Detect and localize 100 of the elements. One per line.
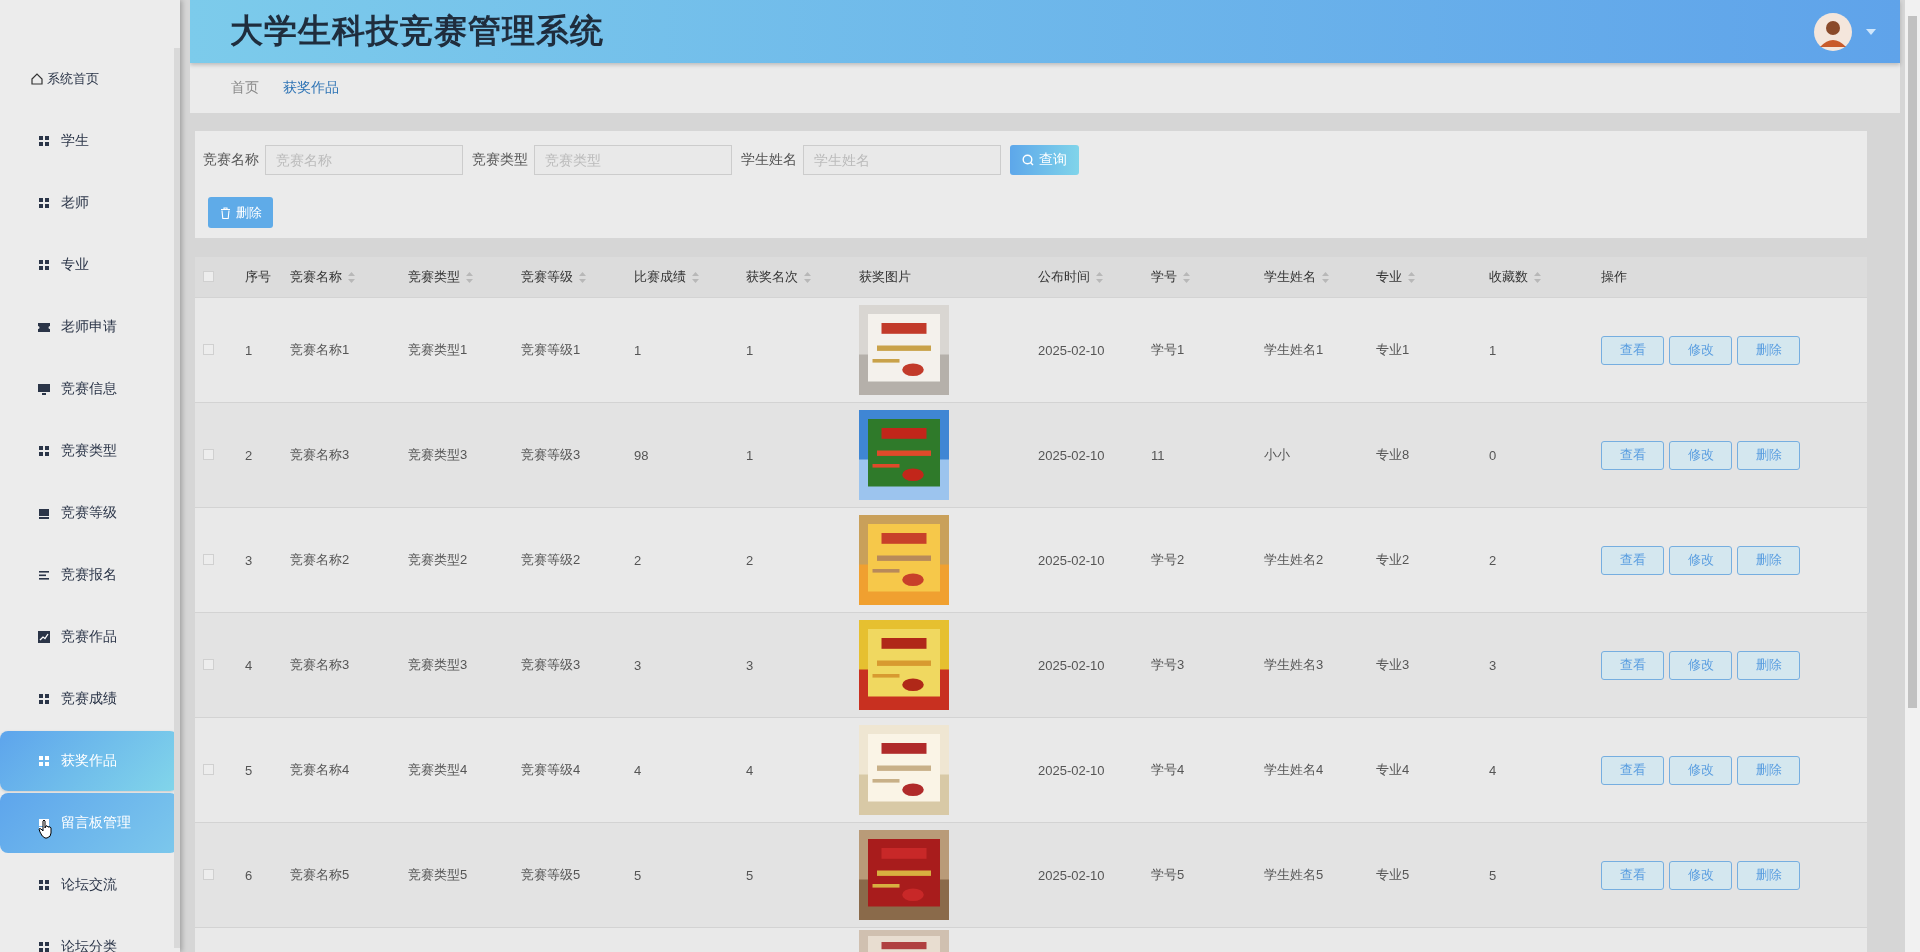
checkbox[interactable] [203, 658, 214, 670]
checkbox[interactable] [203, 868, 214, 880]
caret-icon [1866, 28, 1876, 35]
edit-button[interactable]: 修改 [1669, 545, 1732, 575]
table-cell: 学生姓名4 [1264, 762, 1324, 777]
view-button[interactable]: 查看 [1601, 860, 1664, 890]
table-cell: 专业8 [1376, 447, 1410, 462]
table-cell: 学生姓名5 [1264, 867, 1324, 882]
sort-icon [692, 271, 699, 283]
delete-button[interactable]: 删除 [208, 197, 273, 228]
search-icon [1022, 154, 1034, 166]
grid-icon [37, 754, 51, 768]
table-cell: 竞赛名称5 [290, 867, 350, 882]
table-cell: 竞赛名称1 [290, 342, 350, 357]
table-cell: 学生姓名2 [1264, 552, 1324, 567]
delete-button[interactable]: 删除 [1737, 860, 1800, 890]
table-cell: 2025-02-10 [1038, 342, 1105, 358]
sidebar-item[interactable]: 论坛交流 [0, 855, 178, 915]
table-cell: 4 [634, 762, 642, 778]
app-title: 大学生科技竞赛管理系统 [230, 11, 605, 51]
edit-button[interactable]: 修改 [1669, 650, 1732, 680]
breadcrumb-link[interactable]: 获奖作品 [283, 79, 339, 97]
home-icon [30, 72, 44, 86]
table-cell: 竞赛等级1 [521, 342, 581, 357]
checkbox[interactable] [203, 270, 214, 282]
column-header: 序号 [245, 268, 271, 286]
view-button[interactable]: 查看 [1601, 545, 1664, 575]
sidebar-item[interactable]: 老师申请 [0, 297, 178, 357]
sort-icon [1096, 271, 1103, 283]
monitor-icon [37, 382, 51, 396]
table-cell: 2 [634, 552, 642, 568]
edit-button[interactable]: 修改 [1669, 335, 1732, 365]
delete-button[interactable]: 删除 [1737, 755, 1800, 785]
checkbox[interactable] [203, 448, 214, 460]
table-cell: 学号5 [1151, 867, 1185, 882]
table-cell: 4 [1489, 762, 1497, 778]
checkbox[interactable] [203, 343, 214, 355]
table-cell: 3 [1489, 657, 1497, 673]
ticket-icon [37, 320, 51, 334]
checkbox[interactable] [203, 553, 214, 565]
table-cell: 1 [746, 342, 754, 358]
table-cell: 3 [245, 552, 253, 568]
breadcrumb-link[interactable]: 首页 [231, 79, 259, 97]
sidebar-item[interactable]: 竞赛作品 [0, 607, 178, 667]
edit-button[interactable]: 修改 [1669, 860, 1732, 890]
sort-icon [579, 271, 586, 283]
grid-icon [37, 692, 51, 706]
table-cell: 学号2 [1151, 552, 1185, 567]
sidebar-item[interactable]: 学生 [0, 111, 178, 171]
trash-icon [219, 206, 231, 219]
table-cell: 竞赛名称2 [290, 552, 350, 567]
sidebar-scrollbar[interactable] [174, 48, 180, 948]
sort-icon [1322, 271, 1329, 283]
field-label: 学生姓名 [741, 151, 797, 169]
column-header[interactable]: 学号 [1151, 268, 1190, 286]
page-scrollbar[interactable] [1908, 16, 1917, 708]
sidebar-item[interactable]: 竞赛等级 [0, 483, 178, 543]
table-cell: 竞赛类型3 [408, 657, 468, 672]
sidebar-item[interactable]: 竞赛信息 [0, 359, 178, 419]
table-cell: 2025-02-10 [1038, 657, 1105, 673]
table-cell: 学号4 [1151, 762, 1185, 777]
sidebar-item[interactable]: 专业 [0, 235, 178, 295]
delete-button[interactable]: 删除 [1737, 335, 1800, 365]
table-cell: 2025-02-10 [1038, 762, 1105, 778]
view-button[interactable]: 查看 [1601, 335, 1664, 365]
table-cell: 竞赛等级3 [521, 657, 581, 672]
column-header[interactable]: 专业 [1376, 268, 1415, 286]
sidebar-item[interactable]: 竞赛报名 [0, 545, 178, 605]
edit-button[interactable]: 修改 [1669, 755, 1732, 785]
view-button[interactable]: 查看 [1601, 650, 1664, 680]
table-cell: 竞赛等级4 [521, 762, 581, 777]
table-cell: 2 [245, 447, 253, 463]
table-cell: 专业1 [1376, 342, 1410, 357]
table-cell: 小小 [1264, 447, 1290, 462]
view-button[interactable]: 查看 [1601, 440, 1664, 470]
sidebar-item[interactable]: 竞赛成绩 [0, 669, 178, 729]
table-cell: 竞赛等级3 [521, 447, 581, 462]
table-cell: 98 [634, 447, 649, 463]
tray-icon [37, 506, 51, 520]
column-header: 获奖图片 [859, 268, 911, 286]
sidebar-item[interactable]: 竞赛类型 [0, 421, 178, 481]
checkbox[interactable] [203, 763, 214, 775]
table-cell: 学号3 [1151, 657, 1185, 672]
view-button[interactable]: 查看 [1601, 755, 1664, 785]
delete-button[interactable]: 删除 [1737, 650, 1800, 680]
table-cell: 竞赛名称3 [290, 447, 350, 462]
grid-icon [37, 878, 51, 892]
table-cell: 竞赛名称4 [290, 762, 350, 777]
delete-button[interactable]: 删除 [1737, 440, 1800, 470]
table-cell: 5 [245, 762, 253, 778]
table-cell: 竞赛类型3 [408, 447, 468, 462]
delete-button[interactable]: 删除 [1737, 545, 1800, 575]
grid-icon [37, 134, 51, 148]
edit-button[interactable]: 修改 [1669, 440, 1732, 470]
table-cell: 1 [746, 447, 754, 463]
table-cell: 竞赛类型4 [408, 762, 468, 777]
table-cell: 专业3 [1376, 657, 1410, 672]
sidebar-item[interactable]: 系统首页 [0, 49, 178, 109]
sidebar-item[interactable]: 老师 [0, 173, 178, 233]
table-cell: 5 [746, 867, 754, 883]
